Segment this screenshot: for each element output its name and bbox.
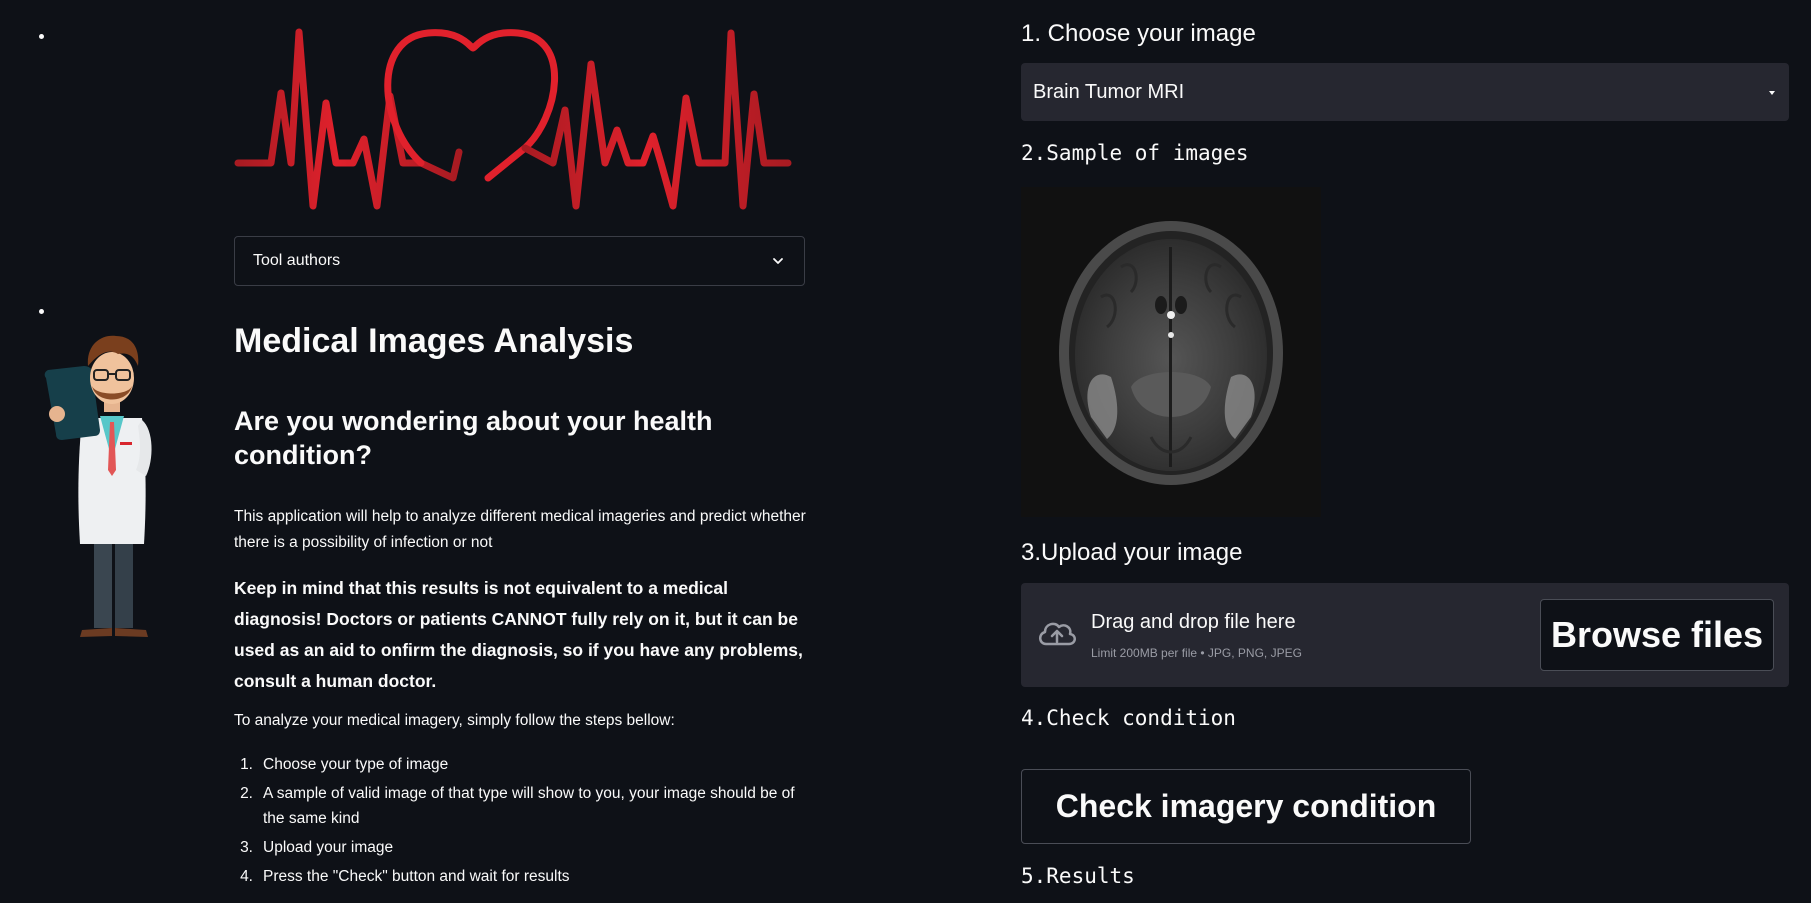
- steps-list: 1. Choose your type of image 2. A sample…: [234, 752, 814, 893]
- page-title: Medical Images Analysis: [234, 322, 634, 360]
- step-text: Upload your image: [263, 839, 394, 856]
- page-subtitle: Are you wondering about your health cond…: [234, 406, 713, 470]
- file-limit-text: Limit 200MB per file • JPG, PNG, JPEG: [1091, 646, 1302, 660]
- list-item: 1. Choose your type of image: [234, 752, 814, 777]
- drag-drop-text: Drag and drop file here: [1091, 611, 1296, 633]
- selected-image-type: Brain Tumor MRI: [1033, 80, 1185, 103]
- section-heading-choose: 1. Choose your image: [1021, 20, 1256, 47]
- section-heading-upload: 3.Upload your image: [1021, 539, 1243, 566]
- list-item: 3. Upload your image: [234, 835, 814, 860]
- heartbeat-logo: [234, 28, 792, 210]
- step-text: Choose your type of image: [263, 756, 449, 773]
- steps-intro: To analyze your medical imagery, simply …: [234, 712, 675, 729]
- step-number: 1.: [240, 756, 253, 773]
- cloud-upload-icon: [1039, 622, 1076, 646]
- section-heading-results: 5.Results: [1021, 864, 1135, 888]
- list-item: 2. A sample of valid image of that type …: [234, 781, 814, 831]
- intro-text: This application will help to analyze di…: [234, 508, 806, 551]
- expander-label: Tool authors: [253, 252, 341, 269]
- chevron-down-icon: [773, 258, 783, 264]
- file-uploader[interactable]: Drag and drop file here Limit 200MB per …: [1021, 583, 1789, 687]
- tool-authors-expander[interactable]: Tool authors: [234, 236, 805, 286]
- doctor-illustration: [44, 335, 152, 637]
- sample-mri-image: [1021, 187, 1321, 517]
- step-number: 3.: [240, 839, 253, 856]
- list-bullet: [39, 309, 44, 314]
- step-number: 4.: [240, 868, 253, 885]
- section-heading-check: 4.Check condition: [1021, 706, 1236, 730]
- browse-files-button[interactable]: Browse files: [1540, 599, 1774, 671]
- image-type-select[interactable]: Brain Tumor MRI: [1021, 63, 1789, 121]
- step-text: Press the "Check" button and wait for re…: [263, 868, 570, 885]
- step-text: A sample of valid image of that type wil…: [263, 785, 795, 827]
- list-bullet: [39, 34, 44, 39]
- section-heading-sample: 2.Sample of images: [1021, 141, 1249, 165]
- check-condition-button[interactable]: Check imagery condition: [1021, 769, 1471, 844]
- caret-down-icon: [1769, 91, 1775, 95]
- step-number: 2.: [240, 785, 253, 802]
- warning-text: Keep in mind that this results is not eq…: [234, 578, 803, 691]
- list-item: 4. Press the "Check" button and wait for…: [234, 864, 814, 889]
